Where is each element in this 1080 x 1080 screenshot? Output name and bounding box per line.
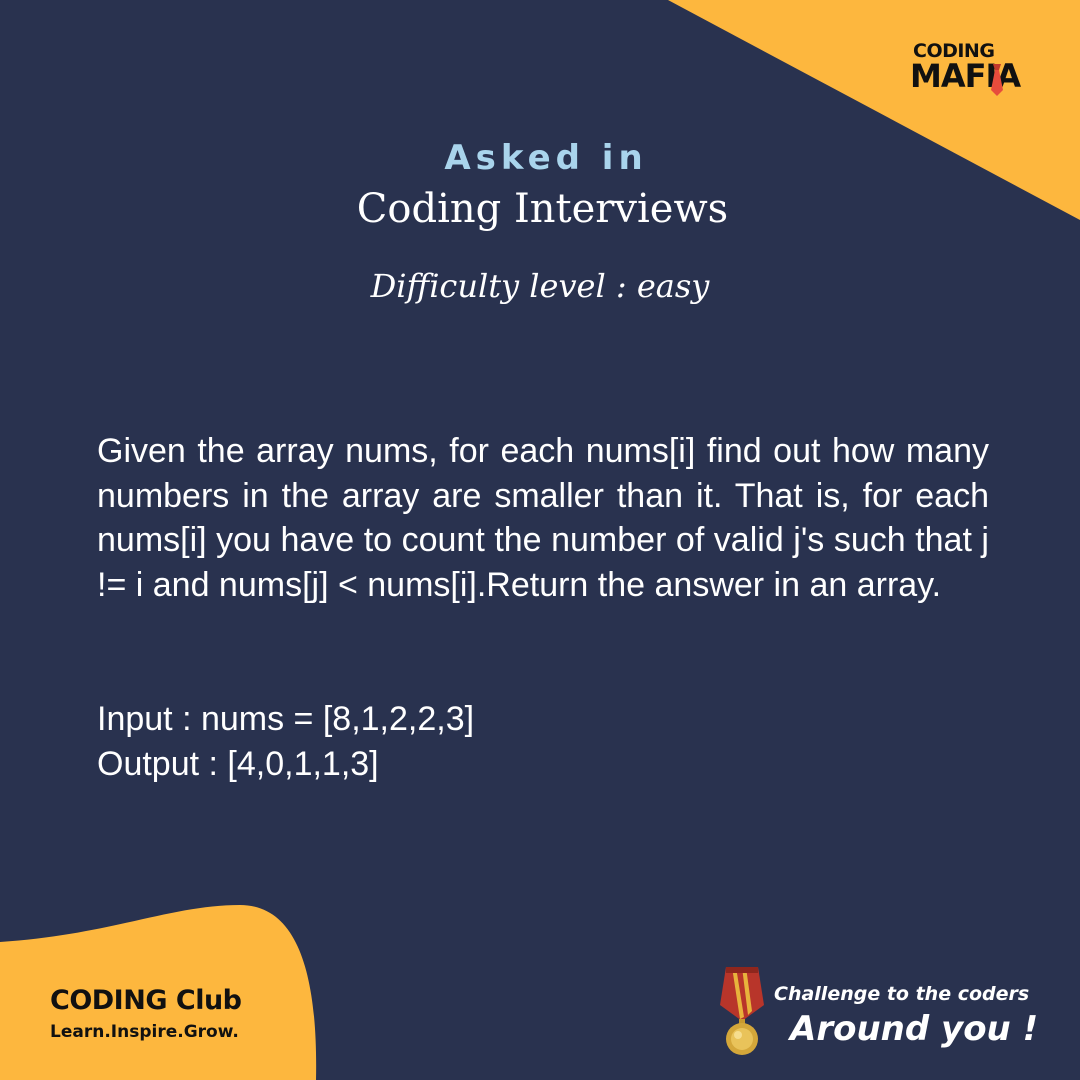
poster: CODING MAFIA Asked in Coding Interviews … <box>0 0 1080 1080</box>
difficulty-label: Difficulty level : easy <box>370 267 710 305</box>
example-output: Output : [4,0,1,1,3] <box>97 744 379 783</box>
example-input: Input : nums = [8,1,2,2,3] <box>97 700 475 738</box>
around-you-text: Around you ! <box>790 1009 1039 1049</box>
club-tagline: Learn.Inspire.Grow. <box>50 1022 239 1042</box>
asked-in-label: Asked in <box>444 138 648 178</box>
medal-icon <box>720 967 764 1055</box>
example-block: Input : nums = [8,1,2,2,3] Output : [4,0… <box>97 697 474 786</box>
coding-mafia-logo: CODING MAFIA <box>905 40 1035 100</box>
challenge-text: Challenge to the coders <box>774 983 1030 1005</box>
coding-club-logo: CODING Club Learn.Inspire.Grow. <box>50 985 310 1055</box>
club-name: CODING Club <box>50 985 242 1016</box>
tie-icon <box>991 64 1003 96</box>
problem-statement: Given the array nums, for each nums[i] f… <box>97 432 989 604</box>
page-title: Coding Interviews <box>356 186 729 232</box>
